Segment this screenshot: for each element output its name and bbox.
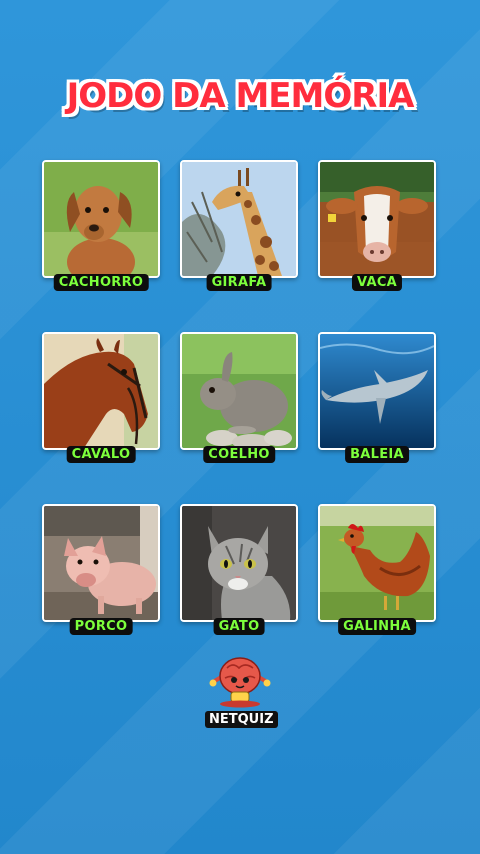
cat-photo [180, 504, 298, 622]
card-label: VACA [351, 274, 403, 291]
card-label: BALEIA [345, 446, 409, 463]
chicken-photo [318, 504, 436, 622]
brain-mascot-icon [209, 657, 271, 708]
whale-photo [318, 332, 436, 450]
dog-photo [42, 160, 160, 278]
card-cachorro[interactable]: CACHORRO [42, 160, 160, 291]
card-label: GALINHA [338, 618, 416, 635]
netquiz-logo: NETQUIZ [205, 652, 278, 728]
card-galinha[interactable]: GALINHA [318, 504, 436, 635]
horse-photo [42, 332, 160, 450]
card-gato[interactable]: GATO [180, 504, 298, 635]
card-label: CACHORRO [53, 274, 149, 291]
card-vaca[interactable]: VACA [318, 160, 436, 291]
card-grid: CACHORRO GIRAFA VACA CAVALO COELHO BALEI… [42, 160, 438, 635]
card-coelho[interactable]: COELHO [180, 332, 298, 463]
card-cavalo[interactable]: CAVALO [42, 332, 160, 463]
pig-photo [42, 504, 160, 622]
card-label: GIRAFA [206, 274, 272, 291]
giraffe-photo [180, 160, 298, 278]
card-label: GATO [213, 618, 265, 635]
card-porco[interactable]: PORCO [42, 504, 160, 635]
card-label: COELHO [203, 446, 275, 463]
rabbit-photo [180, 332, 298, 450]
card-girafa[interactable]: GIRAFA [180, 160, 298, 291]
cow-photo [318, 160, 436, 278]
card-baleia[interactable]: BALEIA [318, 332, 436, 463]
card-label: CAVALO [66, 446, 136, 463]
page-title: JODO DA MEMÓRIA [66, 76, 415, 116]
card-label: PORCO [69, 618, 133, 635]
logo-text: NETQUIZ [205, 711, 278, 728]
